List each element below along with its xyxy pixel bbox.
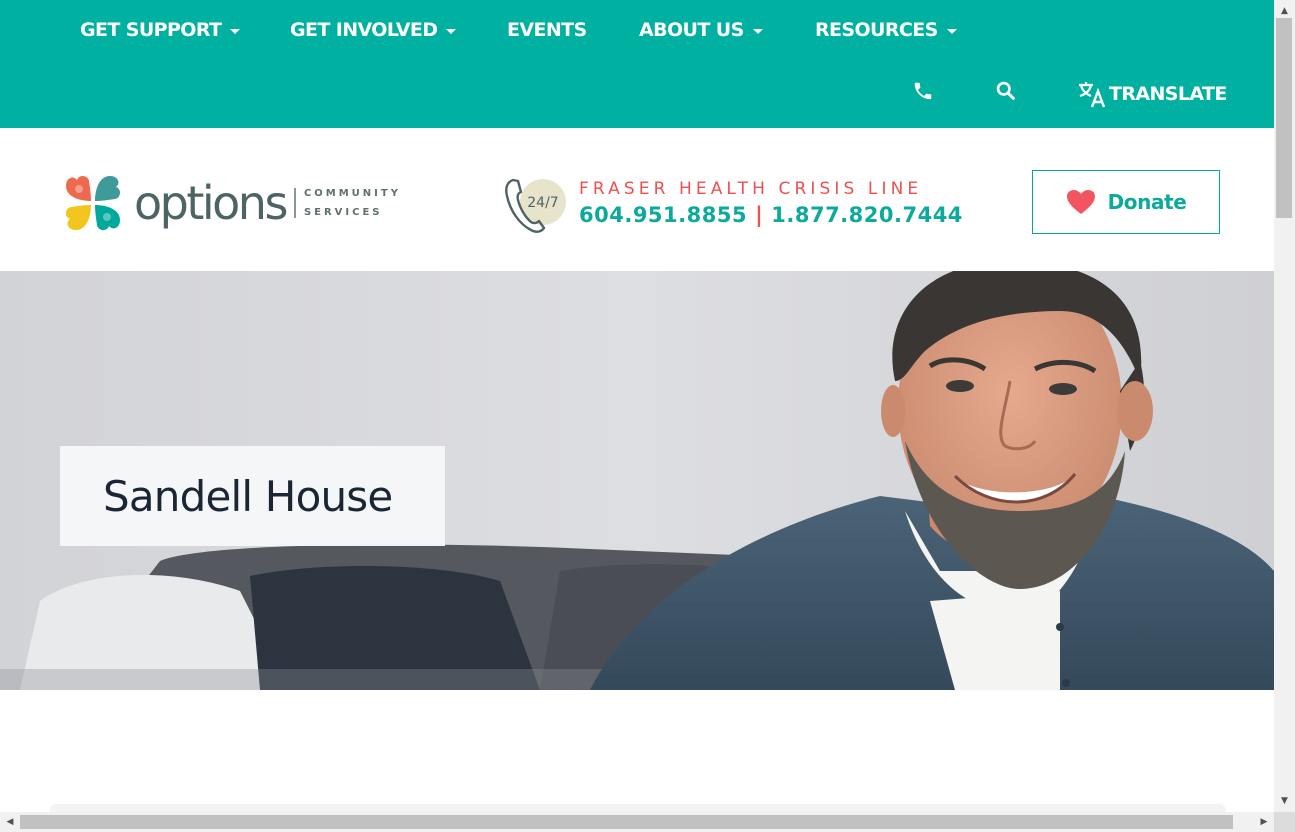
page-title: Sandell House [103,471,393,521]
crisis-phones: 604.951.8855 | 1.877.820.7444 [579,201,963,229]
options-logo[interactable]: options COMMUNITY SERVICES [62,172,401,234]
phone-button[interactable] [912,80,934,102]
nav-get-support[interactable]: GET SUPPORT [80,19,241,41]
phone-icon [914,82,932,100]
site-header: options COMMUNITY SERVICES 24/7 FRASER H… [0,128,1274,271]
horizontal-scroll-thumb[interactable] [20,815,1233,829]
logo-tagline: COMMUNITY SERVICES [304,184,401,222]
top-navigation-bar: GET SUPPORT GET INVOLVED EVENTS ABOUT US… [0,0,1274,128]
crisis-phone-secondary[interactable]: 1.877.820.7444 [771,203,963,227]
search-button[interactable] [995,80,1016,101]
translate-icon [1079,82,1106,108]
crisis-phone-primary[interactable]: 604.951.8855 [579,203,747,227]
nav-about-us[interactable]: ABOUT US [639,19,763,41]
donate-button[interactable]: Donate [1032,170,1220,234]
hero-banner: Sandell House [0,271,1274,690]
nav-get-involved[interactable]: GET INVOLVED [290,19,457,41]
crisis-badge-text: 24/7 [527,195,558,211]
vertical-scrollbar[interactable]: ▲ ▼ [1274,0,1295,812]
phone-separator: | [755,203,764,227]
logo-mark-icon [65,175,121,231]
nav-get-support-label: GET SUPPORT [80,19,222,41]
caret-down-icon [946,28,957,34]
nav-events[interactable]: EVENTS [507,19,587,41]
scroll-right-arrow-icon[interactable]: ▶ [1254,812,1274,832]
caret-down-icon [230,28,241,34]
crisis-title: FRASER HEALTH CRISIS LINE [579,179,923,199]
logo-tagline-line2: SERVICES [303,207,383,218]
scroll-down-arrow-icon[interactable]: ▼ [1274,792,1295,810]
donate-label: Donate [1107,190,1187,214]
scroll-left-arrow-icon[interactable]: ◀ [0,812,20,832]
nav-events-label: EVENTS [507,19,587,41]
crisis-line: 24/7 FRASER HEALTH CRISIS LINE 604.951.8… [503,172,963,234]
vertical-scroll-thumb[interactable] [1276,18,1292,218]
horizontal-scrollbar[interactable]: ◀ ▶ [0,812,1274,832]
search-icon [996,81,1015,100]
phone-24-7-icon: 24/7 [505,178,566,233]
nav-about-us-label: ABOUT US [639,19,744,41]
nav-resources[interactable]: RESOURCES [815,19,957,41]
caret-down-icon [446,28,457,34]
logo-wordmark: options [134,176,288,230]
nav-resources-label: RESOURCES [815,19,938,41]
logo-tagline-line1: COMMUNITY [303,188,401,199]
hero-title-box: Sandell House [60,446,445,546]
translate-label: TRANSLATE [1109,83,1227,105]
translate-button[interactable]: TRANSLATE [1077,80,1227,108]
logo-divider [293,188,296,218]
scrollbar-corner [1274,812,1295,832]
crisis-text: FRASER HEALTH CRISIS LINE 604.951.8855 | 1… [579,177,963,229]
heart-icon [1066,190,1095,214]
nav-get-involved-label: GET INVOLVED [290,19,438,41]
caret-down-icon [752,28,763,34]
